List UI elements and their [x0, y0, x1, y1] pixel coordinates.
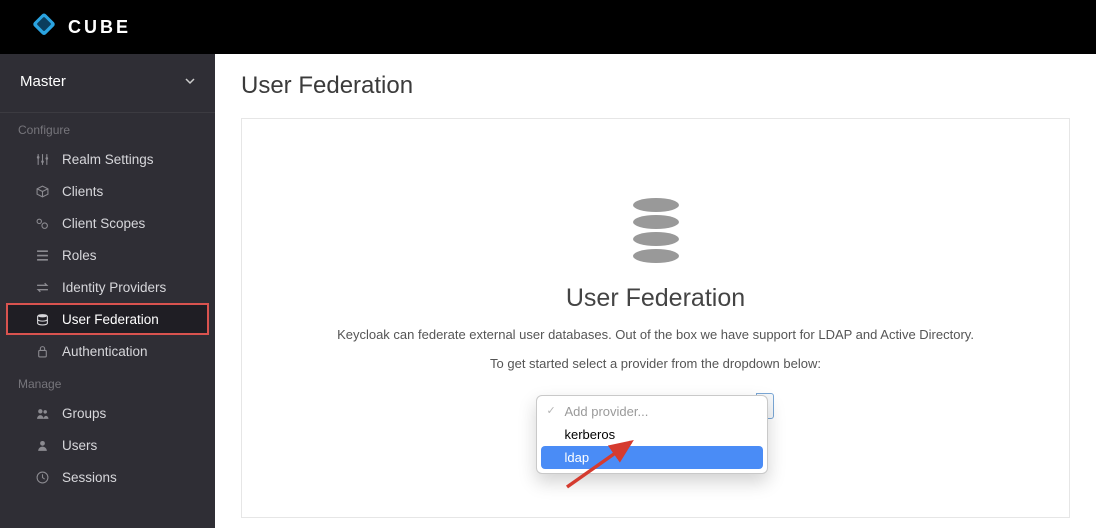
dropdown-menu: Add provider... kerberos ldap: [536, 395, 768, 474]
list-icon: [34, 249, 50, 262]
sidebar-item-identity-providers[interactable]: Identity Providers: [0, 271, 215, 303]
sidebar-item-clients[interactable]: Clients: [0, 175, 215, 207]
page-title: User Federation: [241, 72, 1070, 100]
sidebar-item-label: Identity Providers: [62, 280, 166, 295]
sidebar-item-label: Sessions: [62, 470, 117, 485]
brand-name: CUBE: [68, 17, 131, 38]
chevron-down-icon: [185, 73, 195, 90]
realm-name: Master: [20, 73, 66, 90]
sidebar-item-realm-settings[interactable]: Realm Settings: [0, 143, 215, 175]
sidebar: Master Configure Realm Settings Clients …: [0, 54, 215, 528]
database-icon: [34, 313, 50, 326]
sidebar-item-label: Roles: [62, 248, 97, 263]
dropdown-option-kerberos[interactable]: kerberos: [541, 423, 763, 446]
cube-logo-icon: [30, 11, 58, 44]
sidebar-item-label: User Federation: [62, 312, 159, 327]
sidebar-item-client-scopes[interactable]: Client Scopes: [0, 207, 215, 239]
empty-state-hint: To get started select a provider from th…: [242, 356, 1069, 371]
realm-selector[interactable]: Master: [0, 54, 215, 108]
content-area: User Federation User Federation Keycloak…: [215, 54, 1096, 528]
sidebar-item-roles[interactable]: Roles: [0, 239, 215, 271]
sidebar-item-user-federation[interactable]: User Federation: [6, 303, 209, 335]
scopes-icon: [34, 217, 50, 230]
sliders-icon: [34, 153, 50, 166]
sidebar-item-label: Clients: [62, 184, 103, 199]
sidebar-item-authentication[interactable]: Authentication: [0, 335, 215, 367]
sidebar-item-label: Groups: [62, 406, 106, 421]
sidebar-item-label: Realm Settings: [62, 152, 154, 167]
dropdown-placeholder[interactable]: Add provider...: [541, 400, 763, 423]
users-icon: [34, 407, 50, 420]
brand-logo[interactable]: CUBE: [30, 11, 131, 44]
empty-state-heading: User Federation: [242, 284, 1069, 313]
empty-state-description: Keycloak can federate external user data…: [242, 327, 1069, 342]
dropdown-option-ldap[interactable]: ldap: [541, 446, 763, 469]
topbar: CUBE: [0, 0, 1096, 54]
clock-icon: [34, 471, 50, 484]
sidebar-section-configure: Configure: [0, 113, 215, 143]
sidebar-section-manage: Manage: [0, 367, 215, 397]
sidebar-item-label: Authentication: [62, 344, 148, 359]
lock-icon: [34, 345, 50, 358]
sidebar-item-groups[interactable]: Groups: [0, 397, 215, 429]
sidebar-item-label: Client Scopes: [62, 216, 145, 231]
sidebar-item-sessions[interactable]: Sessions: [0, 461, 215, 493]
exchange-icon: [34, 281, 50, 294]
database-large-icon: [627, 197, 685, 268]
cube-icon: [34, 185, 50, 198]
empty-state-card: User Federation Keycloak can federate ex…: [241, 118, 1070, 518]
sidebar-item-label: Users: [62, 438, 97, 453]
user-icon: [34, 439, 50, 452]
sidebar-item-users[interactable]: Users: [0, 429, 215, 461]
